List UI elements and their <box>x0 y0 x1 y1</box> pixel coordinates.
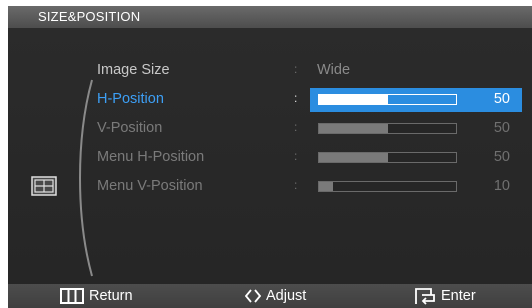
menu-item-h-position[interactable]: H-Position : 50 <box>8 87 532 113</box>
h-position-slider[interactable] <box>318 94 457 105</box>
menu-v-position-value: 10 <box>493 178 510 194</box>
return-button[interactable]: Return <box>60 287 133 305</box>
menu-v-position-slider[interactable] <box>318 181 457 192</box>
menu-h-position-value: 50 <box>493 149 510 165</box>
separator-colon: : <box>294 149 298 163</box>
v-position-slider[interactable] <box>318 123 457 134</box>
enter-source-icon <box>415 288 435 305</box>
menu-h-position-slider[interactable] <box>318 152 457 163</box>
osd-window: SIZE&POSITION Image Size : Wide H-Positi… <box>8 6 532 308</box>
separator-colon: : <box>294 120 298 134</box>
image-size-value: Wide <box>317 62 351 78</box>
menu-item-image-size[interactable]: Image Size : Wide <box>8 58 532 84</box>
slider-fill <box>319 153 388 162</box>
return-label: Return <box>89 288 133 304</box>
enter-button[interactable]: Enter <box>414 287 476 305</box>
menu-content: Image Size : Wide H-Position : 50 V-Posi… <box>8 28 532 284</box>
adjust-button[interactable]: Adjust <box>245 287 306 305</box>
menu-item-label: Menu H-Position <box>97 149 205 165</box>
h-position-value: 50 <box>493 91 510 107</box>
bottom-bar: Return Adjust Enter <box>8 284 532 308</box>
menu-item-v-position[interactable]: V-Position : 50 <box>8 116 532 142</box>
menu-item-menu-v-position[interactable]: Menu V-Position : 10 <box>8 174 532 200</box>
v-position-value: 50 <box>493 120 510 136</box>
up-down-arrows-icon <box>245 289 261 303</box>
adjust-label: Adjust <box>266 288 307 304</box>
menu-item-label: Menu V-Position <box>97 178 203 194</box>
menu-title: SIZE&POSITION <box>38 9 141 24</box>
menu-item-label: H-Position <box>97 91 164 107</box>
separator-colon: : <box>294 178 298 192</box>
menu-item-label: Image Size <box>97 62 170 78</box>
separator-colon: : <box>294 62 298 76</box>
separator-colon: : <box>294 91 298 105</box>
slider-fill <box>319 95 388 104</box>
slider-fill <box>319 182 333 191</box>
title-bar: SIZE&POSITION <box>8 6 532 28</box>
menu-icon <box>60 288 84 304</box>
menu-item-label: V-Position <box>97 120 163 136</box>
enter-label: Enter <box>441 288 476 304</box>
menu-item-menu-h-position[interactable]: Menu H-Position : 50 <box>8 145 532 171</box>
slider-fill <box>319 124 388 133</box>
